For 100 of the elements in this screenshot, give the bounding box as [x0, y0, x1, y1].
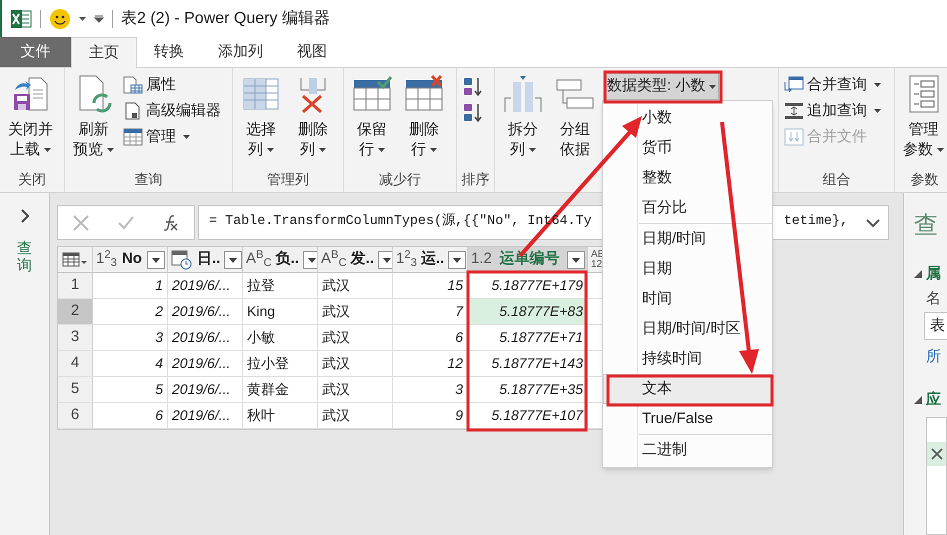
- table-cell-text: 武汉: [322, 328, 350, 347]
- table-cell-text: 4: [155, 354, 163, 373]
- ribbon-button[interactable]: 关闭并 上载: [3, 68, 58, 160]
- check-icon[interactable]: [116, 214, 135, 232]
- menu-item[interactable]: 二进制: [603, 435, 772, 465]
- ribbon-button[interactable]: 属性: [121, 74, 223, 96]
- function-icon[interactable]: [162, 214, 180, 232]
- row-number[interactable]: 4: [58, 351, 93, 376]
- merge-table-icon: [784, 76, 804, 94]
- table-cell-text: 武汉: [322, 354, 350, 373]
- row-number[interactable]: 3: [58, 325, 93, 350]
- table-cell-text: 2019/6/...: [172, 276, 230, 295]
- menu-item[interactable]: 货币: [603, 133, 772, 163]
- ribbon-tab[interactable]: 添加列: [201, 37, 280, 67]
- type-label: 1.2: [471, 249, 492, 270]
- sort-descending-icon[interactable]: [462, 102, 484, 124]
- table-cell-text: 武汉: [322, 380, 350, 399]
- smiley-icon[interactable]: [49, 8, 71, 30]
- menu-item[interactable]: 整数: [603, 163, 772, 193]
- menu-item[interactable]: 日期: [603, 254, 772, 284]
- ribbon-button[interactable]: 追加查询: [782, 100, 883, 122]
- menu-item[interactable]: 持续时间: [603, 344, 772, 374]
- table-cell-text: 5.18777E+107: [492, 406, 583, 425]
- row-number[interactable]: 5: [58, 377, 93, 402]
- chevron-down-icon[interactable]: [866, 218, 880, 228]
- section-heading: 应: [926, 390, 941, 410]
- caret-icon[interactable]: [79, 17, 86, 21]
- column-header[interactable]: A$^{B}$$_{C}$ 发..: [318, 247, 393, 272]
- expand-chevron-icon[interactable]: [20, 209, 30, 223]
- table-cell-text: 2019/6/...: [172, 328, 230, 347]
- column-name: No: [120, 249, 143, 270]
- group-label: 参数: [910, 170, 938, 188]
- table-cell-text: 3: [155, 328, 163, 347]
- column-name: 运..: [420, 249, 444, 270]
- table-cell-text: 1: [155, 276, 163, 295]
- filter-dropdown-icon[interactable]: [567, 250, 585, 268]
- row-number[interactable]: 2: [58, 299, 93, 324]
- ribbon-button[interactable]: 删除 列: [288, 68, 338, 160]
- ribbon-button[interactable]: 合并查询: [782, 74, 883, 96]
- combine-files-icon: [784, 128, 804, 146]
- filter-dropdown-icon[interactable]: [147, 250, 165, 268]
- ribbon-button[interactable]: 管理 参数: [898, 68, 947, 160]
- section-heading: 属: [926, 264, 941, 284]
- ribbon-button[interactable]: 管理: [121, 126, 223, 148]
- ribbon-button[interactable]: 保留 行: [347, 68, 397, 160]
- row-number[interactable]: 6: [58, 403, 93, 428]
- filter-dropdown-icon[interactable]: [378, 250, 392, 268]
- ribbon-button[interactable]: 选择 列: [236, 68, 286, 160]
- field-label: 名: [926, 288, 942, 308]
- table-cell-text: 12: [447, 354, 463, 373]
- filter-dropdown-icon[interactable]: [303, 250, 317, 268]
- split-column-icon: [503, 74, 543, 114]
- group-label: 查询: [134, 170, 162, 188]
- table-cell-text: 武汉: [322, 302, 350, 321]
- table-cell-text: 黄群金: [247, 380, 289, 399]
- column-name: 日..: [197, 249, 220, 270]
- filter-dropdown-icon[interactable]: [448, 250, 466, 268]
- menu-item[interactable]: 时间: [603, 284, 772, 314]
- table-cell-text: 2019/6/...: [172, 406, 230, 425]
- menu-item[interactable]: True/False: [603, 404, 772, 434]
- group-label: 减少行: [379, 170, 421, 188]
- delete-step-icon[interactable]: [931, 448, 943, 460]
- sort-ascending-icon[interactable]: [462, 76, 484, 98]
- menu-item[interactable]: 日期/时间/时区: [603, 314, 772, 344]
- column-name: 发..: [350, 249, 374, 270]
- table-cell-text: 2: [155, 302, 163, 321]
- step-item[interactable]: [927, 442, 946, 466]
- ribbon-button[interactable]: 分组 依据: [550, 68, 600, 160]
- table-menu-icon[interactable]: [62, 252, 88, 268]
- append-rows-icon: [784, 102, 804, 120]
- ribbon-button[interactable]: 刷新 预览: [68, 68, 119, 160]
- group-label: 组合: [822, 170, 850, 188]
- table-cell-text: 5.18777E+83: [499, 302, 583, 321]
- spreadsheet-app-icon: [10, 9, 32, 29]
- table-cell-text: 武汉: [322, 406, 350, 425]
- list-page-icon: [123, 76, 143, 94]
- table-cell-text: King: [247, 302, 276, 321]
- calendar-clock-icon: [171, 250, 193, 270]
- section-toggle-icon[interactable]: [914, 270, 922, 278]
- table-cell-text: 5.18777E+179: [492, 276, 583, 295]
- menu-item[interactable]: 小数: [603, 103, 772, 133]
- queries-pane-label[interactable]: 查询: [17, 241, 32, 274]
- name-field[interactable]: 表: [924, 312, 947, 340]
- customize-toolbar-icon[interactable]: [94, 15, 104, 23]
- filter-dropdown-icon[interactable]: [224, 250, 242, 268]
- section-toggle-icon[interactable]: [914, 396, 922, 404]
- table-cell-text: 5.18777E+35: [499, 380, 583, 399]
- ribbon-button[interactable]: 拆分 列: [498, 68, 548, 160]
- row-number[interactable]: 1: [58, 273, 93, 298]
- ribbon-button[interactable]: 删除 行: [399, 68, 449, 160]
- data-type-dropdown[interactable]: 数据类型: 小数: [604, 73, 720, 100]
- ribbon-button[interactable]: 高级编辑器: [121, 100, 223, 122]
- ribbon-tab[interactable]: 转换: [137, 37, 201, 67]
- ribbon-tab[interactable]: 主页: [71, 37, 137, 68]
- group-label: 关闭: [18, 170, 46, 188]
- column-header[interactable]: A$^{B}$$_{C}$ 负..: [243, 247, 318, 272]
- file-tab[interactable]: 文件: [0, 37, 71, 67]
- ribbon-tab[interactable]: 视图: [280, 37, 344, 67]
- table-cell-text: 5.18777E+143: [492, 354, 583, 373]
- properties-link[interactable]: 所: [926, 346, 947, 368]
